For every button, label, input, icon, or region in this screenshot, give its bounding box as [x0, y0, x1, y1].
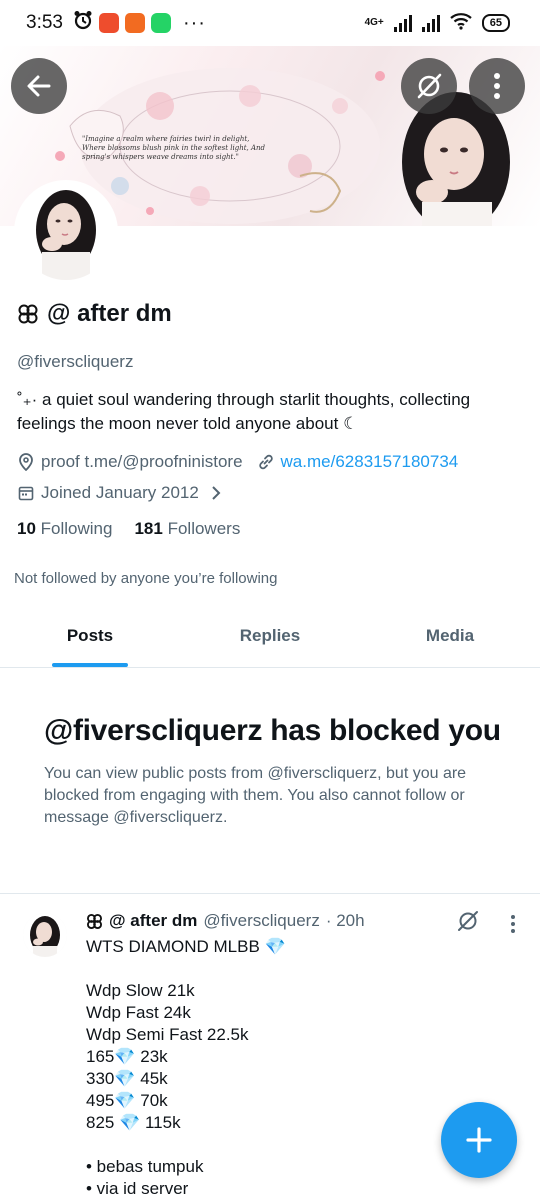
profile-handle: @fiverscliquerz: [17, 352, 134, 371]
post-line: Wdp Slow 21k: [86, 981, 195, 1000]
post-line: 330💎 45k: [86, 1069, 168, 1088]
wifi-icon: [450, 12, 472, 33]
video-app-icon: [124, 13, 145, 33]
tab-media[interactable]: Media: [360, 612, 540, 667]
status-bar: 3:53 ··· 4G+ 65: [0, 0, 540, 46]
profile-joined-date: Joined January 2012: [41, 483, 199, 502]
following-label: Following: [40, 519, 113, 538]
followers-label: Followers: [167, 519, 241, 538]
profile-meta-row: proof t.me/@proofninistore wa.me/6283157…: [17, 452, 458, 472]
location-pin-icon: [17, 453, 35, 471]
not-followed-notice: Not followed by anyone you’re following: [14, 570, 278, 587]
status-right: 4G+ 65: [365, 12, 510, 33]
post-more-icon[interactable]: [506, 912, 520, 936]
network-type: 4G+: [364, 17, 384, 28]
post-line: 165💎 23k: [86, 1047, 168, 1066]
post-author-name[interactable]: @ after dm: [109, 911, 197, 931]
blocked-title: @fiverscliquerz has blocked you: [44, 714, 501, 747]
signal-icon: [393, 14, 412, 32]
post-text: WTS DIAMOND MLBB 💎 Wdp Slow 21k Wdp Fast…: [86, 936, 286, 1200]
more-options-button[interactable]: [469, 58, 525, 114]
profile-bio: ˚₊· a quiet soul wandering through starl…: [17, 390, 471, 433]
follow-stats: 10 Following 181 Followers: [17, 519, 240, 539]
post-line: • bebas tumpuk: [86, 1157, 204, 1176]
post-avatar-image: [23, 913, 67, 957]
followers-count: 181: [134, 519, 163, 538]
more-vertical-icon: [494, 73, 500, 99]
post-author-handle[interactable]: @fiverscliquerz: [203, 911, 319, 931]
alarm-icon: [73, 10, 93, 36]
avatar-image: [18, 184, 114, 280]
post-timestamp: · 20h: [325, 911, 365, 930]
grok-icon: [417, 73, 442, 99]
tab-replies[interactable]: Replies: [180, 612, 360, 667]
following-count: 10: [17, 519, 36, 538]
calendar-icon: [17, 484, 35, 502]
arrow-left-icon: [27, 75, 51, 97]
post-line: WTS DIAMOND MLBB 💎: [86, 937, 286, 956]
whatsapp-icon: [150, 13, 171, 33]
post-header: @ after dm @fiverscliquerz · 20h: [86, 911, 365, 931]
chevron-right-icon: [207, 484, 225, 502]
divider: [0, 893, 540, 894]
shopee-app-icon: [98, 13, 119, 33]
grok-button[interactable]: [401, 58, 457, 114]
signal-2-icon: [421, 14, 440, 32]
profile-joined-row[interactable]: Joined January 2012: [17, 483, 231, 503]
display-name-text: @ after dm: [47, 300, 172, 327]
flower-emoji-icon: [87, 913, 102, 929]
following-link[interactable]: 10 Following: [17, 519, 112, 539]
post-line: 825 💎 115k: [86, 1113, 181, 1132]
post-line: 495💎 70k: [86, 1091, 168, 1110]
followers-link[interactable]: 181 Followers: [134, 519, 240, 539]
link-icon: [257, 453, 275, 471]
battery-indicator: 65: [481, 13, 510, 32]
profile-location: proof t.me/@proofninistore: [41, 452, 243, 471]
profile-website-link[interactable]: wa.me/6283157180734: [281, 452, 459, 472]
post-line: [86, 1134, 286, 1156]
more-notifications-icon: ···: [182, 11, 206, 34]
compose-post-button[interactable]: [441, 1102, 517, 1178]
blocked-description: You can view public posts from @fiverscl…: [44, 765, 467, 826]
post-line: Wdp Semi Fast 22.5k: [86, 1025, 249, 1044]
plus-icon: [466, 1127, 492, 1153]
grok-icon[interactable]: [456, 909, 480, 933]
post-line: [86, 958, 286, 980]
status-time: 3:53: [26, 12, 63, 33]
post-line: • via id server: [86, 1179, 189, 1198]
profile-tabs: Posts Replies Media: [0, 612, 540, 668]
post-avatar[interactable]: [23, 913, 67, 957]
tab-posts[interactable]: Posts: [0, 612, 180, 667]
status-notification-icons: ···: [73, 10, 206, 36]
profile-display-name: @ after dm: [17, 300, 172, 328]
back-button[interactable]: [11, 58, 67, 114]
post-line: Wdp Fast 24k: [86, 1003, 191, 1022]
flower-emoji-icon: [18, 304, 38, 324]
banner-quote: "Imagine a realm where fairies twirl in …: [82, 135, 266, 161]
profile-avatar[interactable]: [14, 180, 118, 284]
